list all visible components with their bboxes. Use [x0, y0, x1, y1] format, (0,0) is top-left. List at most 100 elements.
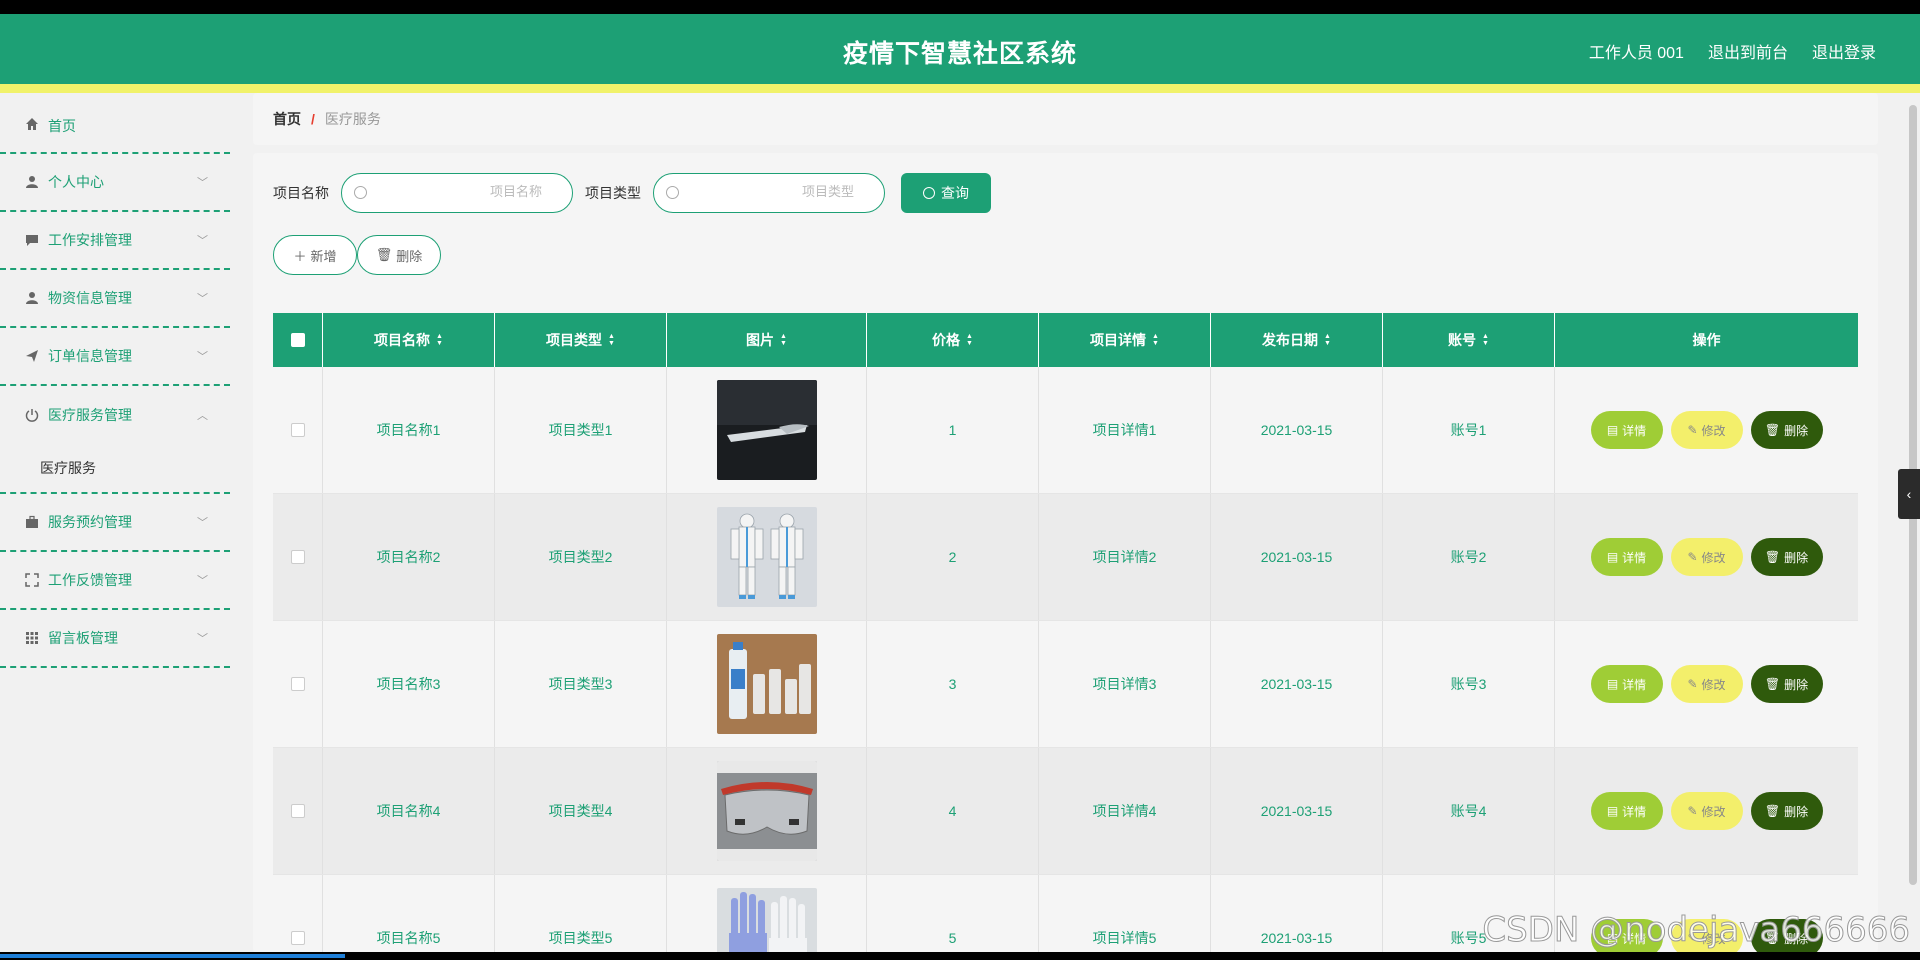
- table-header: 项目名称 ▲ ▼ 项目类型 ▲ ▼ 图片 ▲ ▼ 价格 ▲ ▼ 项目详情 ▲ ▼ 发布日期 ▲ ▼ 账号…: [273, 313, 1858, 367]
- header-project-name[interactable]: 项目名称 ▲ ▼: [323, 313, 495, 367]
- thumbnail-bottles[interactable]: [716, 634, 817, 734]
- table-row: 项目名称4 项目类型4 4 项目详情4 2021-03-15 账号4 ▤ 详情 ✎…: [273, 748, 1858, 875]
- power-icon: [24, 407, 40, 423]
- pencil-icon: ✎: [1687, 804, 1698, 818]
- cell-date: 2021-03-15: [1211, 748, 1383, 874]
- cell-type: 项目类型1: [495, 367, 667, 493]
- cell-date: 2021-03-15: [1211, 621, 1383, 747]
- cell-account: 账号3: [1383, 621, 1555, 747]
- exit-to-front-link[interactable]: 退出到前台: [1708, 39, 1788, 63]
- sort-icon: ▲ ▼: [966, 333, 973, 347]
- collapse-panel-tab[interactable]: ‹: [1898, 469, 1920, 519]
- detail-button[interactable]: ▤ 详情: [1590, 665, 1663, 703]
- sidebar-item-label: 工作安排管理: [48, 232, 132, 248]
- sidebar-subitem-medical-service[interactable]: 医疗服务: [0, 444, 230, 494]
- detail-button[interactable]: ▤ 详情: [1590, 538, 1663, 576]
- thumbnail-gloves[interactable]: [716, 888, 817, 952]
- chat-icon: [24, 232, 40, 248]
- cell-type: 项目类型3: [495, 621, 667, 747]
- add-button-label: 新增: [310, 248, 337, 264]
- sort-icon: ▲ ▼: [780, 333, 787, 347]
- header-actions: 工作人员 001 退出到前台 退出登录: [1589, 39, 1876, 63]
- header-image[interactable]: 图片 ▲ ▼: [667, 313, 867, 367]
- edit-button[interactable]: ✎ 修改: [1670, 411, 1743, 449]
- trash-icon: 🗑: [1764, 804, 1781, 818]
- sidebar-item-supplies[interactable]: 物资信息管理 ﹀: [0, 270, 230, 328]
- row-checkbox[interactable]: [290, 677, 305, 691]
- sidebar-item-appointments[interactable]: 服务预约管理 ﹀: [0, 494, 230, 552]
- delete-button[interactable]: 🗑 删除: [1750, 538, 1823, 576]
- type-search-field[interactable]: [653, 173, 885, 213]
- chevron-left-icon: ‹: [1906, 486, 1912, 502]
- chevron-down-icon: ﹀: [197, 235, 208, 247]
- edit-button[interactable]: ✎ 修改: [1670, 792, 1743, 830]
- sidebar-item-label: 医疗服务管理: [48, 407, 132, 423]
- delete-button-label: 删除: [396, 248, 423, 264]
- name-search-field[interactable]: [341, 173, 573, 213]
- thumbnail-scalpel[interactable]: [716, 380, 817, 480]
- row-checkbox[interactable]: [290, 423, 305, 437]
- type-search-input[interactable]: [714, 184, 854, 199]
- breadcrumb-current: 医疗服务: [324, 111, 381, 127]
- query-button[interactable]: 查询: [901, 173, 991, 213]
- pencil-icon: ✎: [1687, 550, 1698, 564]
- current-user-label: 工作人员 001: [1588, 45, 1684, 62]
- cell-detail: 项目详情5: [1039, 875, 1211, 952]
- header-account[interactable]: 账号 ▲ ▼: [1383, 313, 1555, 367]
- thumbnail-protective-suit[interactable]: [716, 507, 817, 607]
- cell-date: 2021-03-15: [1211, 875, 1383, 952]
- chevron-down-icon: ﹀: [197, 633, 208, 645]
- sidebar-item-work-schedule[interactable]: 工作安排管理 ﹀: [0, 212, 230, 270]
- cell-price: 4: [867, 748, 1039, 874]
- row-checkbox[interactable]: [290, 931, 305, 945]
- page-scrollbar[interactable]: [1906, 93, 1920, 952]
- sidebar-item-personal-center[interactable]: 个人中心 ﹀: [0, 154, 230, 212]
- chevron-up-icon: ︿: [197, 410, 208, 422]
- user-icon: [24, 174, 40, 190]
- sidebar-item-orders[interactable]: 订单信息管理 ﹀: [0, 328, 230, 386]
- sidebar-item-feedback[interactable]: 工作反馈管理 ﹀: [0, 552, 230, 610]
- cell-account: 账号4: [1383, 748, 1555, 874]
- header-project-type[interactable]: 项目类型 ▲ ▼: [495, 313, 667, 367]
- cell-detail: 项目详情3: [1039, 621, 1211, 747]
- add-button[interactable]: ＋ 新增: [273, 235, 357, 275]
- row-checkbox[interactable]: [290, 804, 305, 818]
- edit-button[interactable]: ✎ 修改: [1670, 665, 1743, 703]
- delete-button[interactable]: 🗑 删除: [1750, 665, 1823, 703]
- sidebar-item-home[interactable]: 首页: [0, 93, 230, 154]
- header-price[interactable]: 价格 ▲ ▼: [867, 313, 1039, 367]
- name-search-label: 项目名称: [273, 185, 329, 201]
- detail-button[interactable]: ▤ 详情: [1590, 411, 1663, 449]
- sort-icon: ▲ ▼: [608, 333, 615, 347]
- delete-button[interactable]: 🗑 删除: [1750, 411, 1823, 449]
- header-project-detail[interactable]: 项目详情 ▲ ▼: [1039, 313, 1211, 367]
- select-all-checkbox[interactable]: [290, 333, 305, 347]
- batch-delete-button[interactable]: 🗑 删除: [357, 235, 441, 275]
- sidebar-item-label: 订单信息管理: [48, 348, 132, 364]
- row-checkbox[interactable]: [290, 550, 305, 564]
- sidebar-item-label: 工作反馈管理: [48, 572, 132, 588]
- trash-icon: 🗑: [375, 247, 393, 262]
- cell-name: 项目名称1: [323, 367, 495, 493]
- chevron-down-icon: ﹀: [197, 517, 208, 529]
- sidebar-item-medical-service[interactable]: 医疗服务管理 ︿: [0, 386, 230, 444]
- sidebar-item-label: 物资信息管理: [48, 290, 132, 306]
- breadcrumb-home[interactable]: 首页: [273, 109, 301, 129]
- detail-button[interactable]: ▤ 详情: [1590, 792, 1663, 830]
- main-content: 项目名称 项目类型 查询 ＋ 新增 🗑 删除: [253, 153, 1878, 952]
- logout-link[interactable]: 退出登录: [1812, 39, 1876, 63]
- cell-type: 项目类型5: [495, 875, 667, 952]
- table-row: 项目名称1 项目类型1 1 项目详情1 2021-03-15 账号1 ▤ 详情 ✎…: [273, 367, 1858, 494]
- thumbnail-goggles[interactable]: [716, 761, 817, 861]
- sort-icon: ▲ ▼: [1152, 333, 1159, 347]
- cell-price: 2: [867, 494, 1039, 620]
- sidebar-item-message-board[interactable]: 留言板管理 ﹀: [0, 610, 230, 668]
- header-publish-date[interactable]: 发布日期 ▲ ▼: [1211, 313, 1383, 367]
- cell-detail: 项目详情1: [1039, 367, 1211, 493]
- edit-button[interactable]: ✎ 修改: [1670, 538, 1743, 576]
- delete-button[interactable]: 🗑 删除: [1750, 792, 1823, 830]
- name-search-input[interactable]: [402, 184, 542, 199]
- document-icon: ▤: [1606, 423, 1619, 437]
- home-icon: [24, 116, 40, 132]
- cell-date: 2021-03-15: [1211, 367, 1383, 493]
